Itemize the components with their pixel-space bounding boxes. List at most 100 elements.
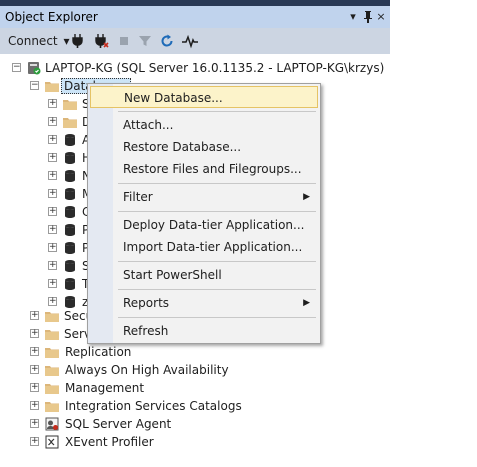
menu-item-label: Restore Database... — [123, 140, 242, 154]
object-explorer-title-bar: Object Explorer ▾ × — [0, 6, 390, 28]
menu-item-label: Deploy Data-tier Application... — [123, 218, 305, 232]
collapse-icon[interactable]: − — [12, 63, 21, 72]
folder-icon — [45, 399, 59, 413]
database-icon — [63, 151, 77, 165]
expand-icon[interactable]: + — [30, 419, 39, 428]
menu-item-label: Import Data-tier Application... — [123, 240, 303, 254]
folder-icon — [45, 309, 59, 323]
node-label: Management — [65, 381, 145, 395]
tree-node-database[interactable]: + A — [0, 131, 90, 149]
tree-node-replication[interactable]: + Replication — [0, 343, 300, 361]
object-explorer-toolbar: Connect ▾ — [0, 28, 390, 54]
database-icon — [63, 187, 77, 201]
database-icon — [63, 259, 77, 273]
folder-icon — [63, 97, 77, 111]
tree-node-db-folder[interactable]: + D — [0, 113, 91, 131]
tree-node-database[interactable]: + M — [0, 185, 92, 203]
menu-item-deploy-data-tier[interactable]: Deploy Data-tier Application... — [90, 214, 318, 236]
menu-item-restore-database[interactable]: Restore Database... — [90, 136, 318, 158]
menu-item-start-powershell[interactable]: Start PowerShell — [90, 264, 318, 286]
expand-icon[interactable]: + — [48, 135, 57, 144]
menu-item-new-database[interactable]: New Database... — [90, 86, 318, 108]
database-icon — [63, 169, 77, 183]
tree-node-database[interactable]: + N — [0, 167, 91, 185]
expand-icon[interactable]: + — [30, 401, 39, 410]
tree-node-management[interactable]: + Management — [0, 379, 300, 397]
folder-icon — [45, 345, 59, 359]
refresh-icon[interactable] — [159, 33, 175, 49]
menu-item-label: Filter — [123, 190, 153, 204]
menu-item-reports[interactable]: Reports ▶ — [90, 292, 318, 314]
folder-icon — [45, 381, 59, 395]
tree-node-database[interactable]: + C — [0, 203, 90, 221]
menu-item-label: Reports — [123, 296, 170, 310]
connect-object-explorer-icon[interactable] — [70, 33, 86, 49]
folder-icon — [45, 363, 59, 377]
expand-icon[interactable]: + — [48, 207, 57, 216]
menu-item-label: Start PowerShell — [123, 268, 222, 282]
expand-icon[interactable]: + — [48, 297, 57, 306]
menu-item-refresh[interactable]: Refresh — [90, 320, 318, 342]
tree-node-database[interactable]: + H — [0, 149, 91, 167]
expand-icon[interactable]: + — [48, 225, 57, 234]
menu-separator — [118, 111, 316, 112]
tree-node-integration-services[interactable]: + Integration Services Catalogs — [0, 397, 300, 415]
tree-node-xevent-profiler[interactable]: + XEvent Profiler — [0, 433, 300, 451]
disconnect-icon[interactable] — [93, 33, 109, 49]
expand-icon[interactable]: + — [48, 261, 57, 270]
expand-icon[interactable]: + — [48, 171, 57, 180]
database-icon — [63, 277, 77, 291]
connect-dropdown-icon[interactable]: ▾ — [63, 34, 69, 48]
menu-separator — [118, 261, 316, 262]
stop-icon[interactable] — [118, 33, 132, 49]
tree-node-security[interactable]: + Secu — [0, 307, 93, 325]
expand-icon[interactable]: + — [48, 279, 57, 288]
menu-item-import-data-tier[interactable]: Import Data-tier Application... — [90, 236, 318, 258]
expand-icon[interactable]: + — [48, 117, 57, 126]
tree-node-always-on[interactable]: + Always On High Availability — [0, 361, 300, 379]
menu-item-restore-files[interactable]: Restore Files and Filegroups... — [90, 158, 318, 180]
menu-item-label: Refresh — [123, 324, 169, 338]
expand-icon[interactable]: + — [30, 365, 39, 374]
node-label: Always On High Availability — [65, 363, 229, 377]
databases-context-menu: New Database... Attach... Restore Databa… — [87, 83, 321, 344]
tree-node-sql-server-agent[interactable]: + SQL Server Agent — [0, 415, 300, 433]
expand-icon[interactable]: + — [30, 437, 39, 446]
collapse-icon[interactable]: − — [30, 81, 39, 90]
tree-node-database[interactable]: + P — [0, 221, 89, 239]
server-icon — [27, 61, 41, 75]
tree-node-database[interactable]: + P — [0, 239, 89, 257]
top-strip-gap — [390, 0, 477, 6]
menu-separator — [118, 183, 316, 184]
tree-node-database[interactable]: + T — [0, 275, 89, 293]
close-icon[interactable]: × — [374, 9, 388, 25]
expand-icon[interactable]: + — [30, 347, 39, 356]
menu-item-attach[interactable]: Attach... — [90, 114, 318, 136]
expand-icon[interactable]: + — [48, 153, 57, 162]
activity-monitor-icon[interactable] — [181, 33, 199, 49]
database-icon — [63, 223, 77, 237]
filter-icon[interactable] — [138, 33, 152, 49]
expand-icon[interactable]: + — [30, 383, 39, 392]
menu-item-label: Restore Files and Filegroups... — [123, 162, 302, 176]
connect-button[interactable]: Connect ▾ — [8, 33, 69, 49]
folder-icon — [63, 115, 77, 129]
tree-node-server[interactable]: − LAPTOP-KG (SQL Server 16.0.1135.2 - LA… — [0, 59, 390, 77]
database-icon — [63, 241, 77, 255]
expand-icon[interactable]: + — [48, 243, 57, 252]
expand-icon[interactable]: + — [48, 189, 57, 198]
menu-item-filter[interactable]: Filter ▶ — [90, 186, 318, 208]
xevent-profiler-icon — [45, 435, 59, 449]
window-position-dropdown-icon[interactable]: ▾ — [346, 9, 360, 25]
expand-icon[interactable]: + — [30, 311, 39, 320]
expand-icon[interactable]: + — [30, 329, 39, 338]
tree-node-database[interactable]: + S — [0, 257, 90, 275]
pin-icon[interactable] — [361, 9, 375, 25]
expand-icon[interactable]: + — [48, 99, 57, 108]
panel-title: Object Explorer — [5, 10, 98, 24]
database-icon — [63, 133, 77, 147]
tree-node-server-objects[interactable]: + Serv — [0, 325, 91, 343]
submenu-arrow-icon: ▶ — [303, 298, 310, 308]
menu-separator — [118, 289, 316, 290]
tree-node-db-folder[interactable]: + S — [0, 95, 90, 113]
